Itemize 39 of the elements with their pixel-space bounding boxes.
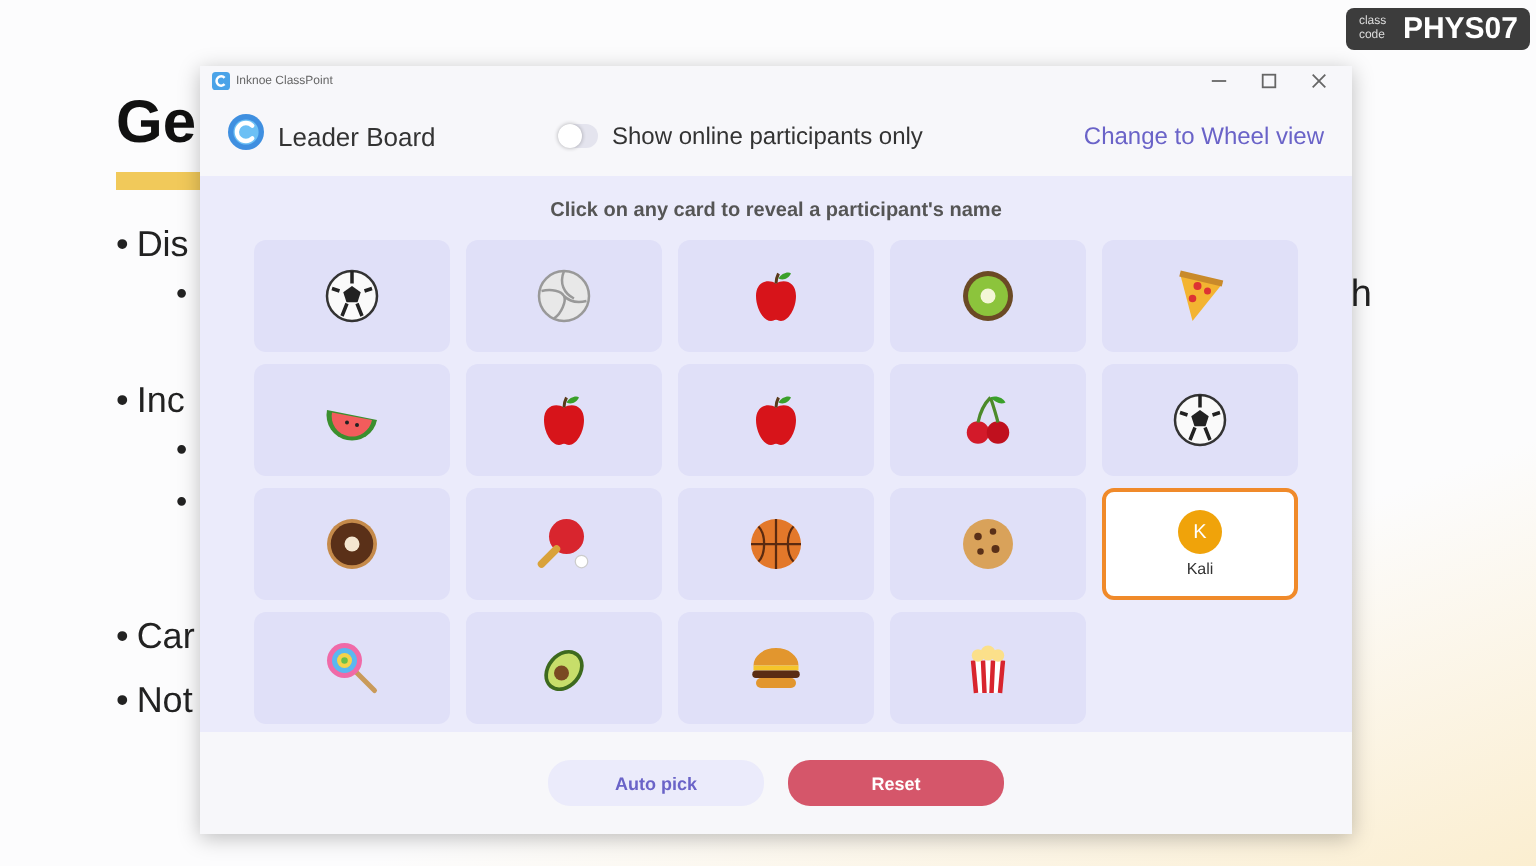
lollipop-icon [322, 638, 382, 698]
donut-icon [322, 514, 382, 574]
basketball-icon [746, 514, 806, 574]
slide-text: h [1350, 274, 1372, 318]
toggle-label: Show online participants only [612, 122, 923, 150]
participant-card[interactable] [254, 240, 450, 352]
bullet: • [176, 278, 188, 314]
bullet: • [116, 223, 129, 265]
wheel-view-link[interactable]: Change to Wheel view [1083, 122, 1324, 150]
bullet: • [176, 434, 188, 470]
slide-text: Inc [136, 379, 185, 421]
board-title: Leader Board [278, 121, 436, 151]
auto-pick-button[interactable]: Auto pick [548, 760, 764, 806]
bullet: • [176, 486, 188, 522]
participant-card[interactable] [890, 240, 1086, 352]
participant-name: Kali [1186, 560, 1214, 578]
slide-text: Dis [136, 223, 189, 265]
bullet: • [116, 615, 129, 657]
instruction-text: Click on any card to reveal a participant's name [550, 200, 1002, 222]
avatar: K [1178, 510, 1222, 554]
volleyball-icon [534, 266, 594, 326]
bullet: • [116, 679, 129, 721]
kiwi-icon [958, 266, 1018, 326]
ping-pong-icon [534, 514, 594, 574]
participant-card[interactable]: K Kali [1102, 488, 1298, 600]
app-icon [212, 72, 230, 90]
bullet: • [116, 379, 129, 421]
class-code: PHYS07 [1402, 12, 1518, 46]
slide-text: Car [136, 615, 195, 657]
soccer-ball-icon [1170, 390, 1230, 450]
participant-card[interactable] [1102, 364, 1298, 476]
participant-card[interactable] [254, 488, 450, 600]
reset-button[interactable]: Reset [788, 760, 1004, 806]
soccer-ball-icon [322, 266, 382, 326]
slide-text: Not [136, 679, 193, 721]
cookie-icon [958, 514, 1018, 574]
title-underline [116, 172, 206, 190]
slide-title: Ge [116, 88, 197, 160]
toggle-switch[interactable] [558, 124, 598, 148]
